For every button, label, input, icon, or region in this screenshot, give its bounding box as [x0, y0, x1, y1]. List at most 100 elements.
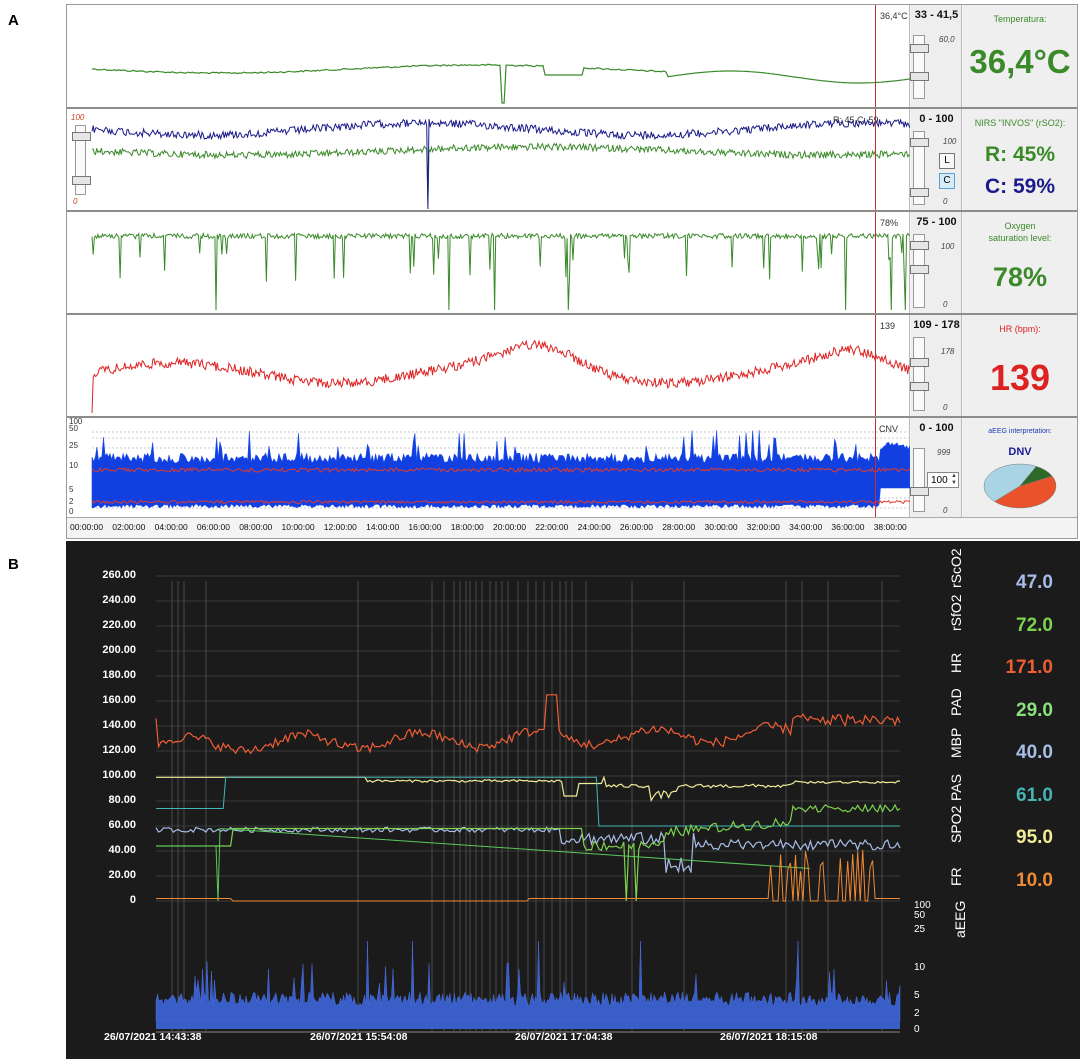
channel-value-pad: 29.0: [1016, 699, 1053, 721]
time-tick: 30:00:00: [704, 522, 738, 532]
y-tick: 140.00: [102, 719, 136, 731]
panel-b-label: B: [8, 556, 19, 573]
nirs-range-slider[interactable]: [910, 131, 929, 205]
aeeg-plot[interactable]: 100 50 25 10 5 2 0 CNV: [67, 417, 910, 517]
y-tick: 40.00: [108, 844, 136, 856]
channel-value-pas: 61.0: [1016, 784, 1053, 806]
aeeg-tick-b: 0: [914, 1024, 920, 1035]
aeeg-tick-b: 5: [914, 990, 920, 1001]
time-tick: 34:00:00: [789, 522, 823, 532]
hr-scale-control: 109 - 178 178 0: [910, 315, 962, 416]
y-tick: 200.00: [102, 644, 136, 656]
aeeg-tick-b: 50: [914, 910, 926, 921]
temperature-track: 36,4°C 33 - 41,5 60,0 Temperatura: 36,4°…: [67, 5, 1077, 109]
spo2-title: Oxygen saturation level:: [963, 220, 1077, 244]
spo2-scale-max: 100: [941, 242, 955, 251]
time-tick: 20:00:00: [493, 522, 527, 532]
aeeg-scale-min: 0: [943, 506, 948, 515]
y-tick: 100.00: [102, 769, 136, 781]
temperature-title: Temperatura:: [993, 14, 1047, 24]
time-tick: 02:00:00: [112, 522, 146, 532]
time-tick: 36:00:00: [831, 522, 865, 532]
aeeg-range-slider[interactable]: [910, 448, 929, 512]
aeeg-range: 0 - 100: [919, 422, 954, 434]
nirs-title: NIRS "INVOS" (rSO2):: [974, 118, 1066, 128]
time-tick: 14:00:00: [366, 522, 400, 532]
cerebral-button[interactable]: C: [939, 173, 955, 189]
temperature-plot[interactable]: 36,4°C: [67, 5, 910, 107]
temperature-range: 33 - 41,5: [914, 9, 959, 21]
spo2-title-line1: Oxygen: [1004, 221, 1036, 231]
hr-range-slider[interactable]: [910, 337, 929, 411]
temperature-marker-label: 36,4°C: [880, 11, 908, 21]
hr-value: 139: [989, 357, 1051, 398]
x-tick-b: 26/07/2021 15:54:08: [310, 1031, 408, 1043]
time-tick: 04:00:00: [154, 522, 188, 532]
spo2-plot[interactable]: 78%: [67, 212, 910, 313]
left-hemisphere-button[interactable]: L: [939, 153, 955, 169]
spo2-title-line2: saturation level:: [988, 233, 1052, 243]
slider-thumb-top[interactable]: [910, 44, 929, 53]
nirs-left-min: 0: [73, 197, 78, 206]
panel-a-label: A: [8, 12, 19, 29]
channel-label-rsfo2: rSfO2: [948, 593, 964, 631]
x-tick-b: 26/07/2021 14:43:38: [104, 1031, 202, 1043]
time-tick: 28:00:00: [662, 522, 696, 532]
nirs-scale-control: 0 - 100 100 L C 0: [910, 109, 962, 210]
hr-range: 109 - 178: [913, 319, 960, 331]
aeeg-readout: aEEG interpretation: DNV: [963, 418, 1077, 517]
aeeg-label-b: aEEG: [952, 900, 968, 938]
x-tick-b: 26/07/2021 18:15:08: [720, 1031, 818, 1043]
hr-title: HR (bpm):: [999, 324, 1041, 334]
aeeg-y-tick: 2: [69, 497, 74, 506]
nirs-scale-min: 0: [943, 197, 948, 206]
channel-label-spo2: SPO2: [948, 805, 964, 843]
x-tick-b: 26/07/2021 17:04:38: [515, 1031, 613, 1043]
time-tick: 32:00:00: [746, 522, 780, 532]
channel-value-spo2: 95.0: [1016, 827, 1053, 848]
nirs-left-slider[interactable]: 100 0: [69, 113, 91, 206]
spo2-range-slider[interactable]: [910, 234, 929, 308]
time-tick: 08:00:00: [239, 522, 273, 532]
time-tick: 22:00:00: [535, 522, 569, 532]
aeeg-track: 100 50 25 10 5 2 0 CNV 0 - 100 999 100 ▲ ▼ 0 aE…: [67, 417, 1077, 518]
y-tick: 240.00: [102, 594, 136, 606]
y-tick: 180.00: [102, 669, 136, 681]
spin-arrows-icon[interactable]: ▲ ▼: [951, 473, 957, 487]
time-tick: 26:00:00: [619, 522, 653, 532]
temperature-range-slider[interactable]: [910, 35, 929, 99]
aeeg-interpretation-pie: [983, 463, 1057, 509]
y-tick: 220.00: [102, 619, 136, 631]
y-tick: 260.00: [102, 569, 136, 581]
channel-label-hr: HR: [948, 652, 964, 673]
spo2-readout: Oxygen saturation level: 78%: [963, 212, 1077, 313]
aeeg-tick-b: 25: [914, 924, 926, 935]
nirs-readout: NIRS "INVOS" (rSO2): R: 45% C: 59%: [963, 109, 1077, 210]
spo2-range: 75 - 100: [916, 216, 957, 228]
nirs-plot[interactable]: 100 0 R: 45 C: 59: [67, 109, 910, 210]
spo2-value: 78%: [992, 262, 1048, 292]
y-tick: 80.00: [108, 794, 136, 806]
y-tick: 0: [129, 894, 136, 906]
temperature-scale-control: 33 - 41,5 60,0: [910, 5, 962, 107]
aeeg-tick-b: 2: [914, 1008, 920, 1019]
slider-thumb-bottom[interactable]: [910, 72, 929, 81]
aeeg-scale-max: 999: [937, 448, 951, 457]
nirs-range: 0 - 100: [919, 113, 954, 125]
channel-value-rsfo2: 72.0: [1016, 614, 1053, 636]
time-tick: 38:00:00: [873, 522, 907, 532]
aeeg-y-tick: 10: [69, 461, 78, 470]
hr-plot[interactable]: 139: [67, 315, 910, 416]
y-tick: 20.00: [108, 869, 136, 881]
hr-track: 139 109 - 178 178 0 HR (bpm): 139: [67, 315, 1077, 418]
aeeg-y-tick: 0: [69, 507, 74, 516]
time-tick: 12:00:00: [323, 522, 357, 532]
spo2-marker-label: 78%: [880, 218, 899, 228]
channel-value-mbp: 40.0: [1016, 742, 1053, 763]
time-tick: 00:00:00: [70, 522, 104, 532]
aeeg-y-tick: 5: [69, 485, 74, 494]
aeeg-spinbox[interactable]: 100 ▲ ▼: [927, 472, 959, 488]
hr-readout: HR (bpm): 139: [963, 315, 1077, 416]
panel-b-chart[interactable]: [66, 541, 1080, 1059]
y-tick: 160.00: [102, 694, 136, 706]
